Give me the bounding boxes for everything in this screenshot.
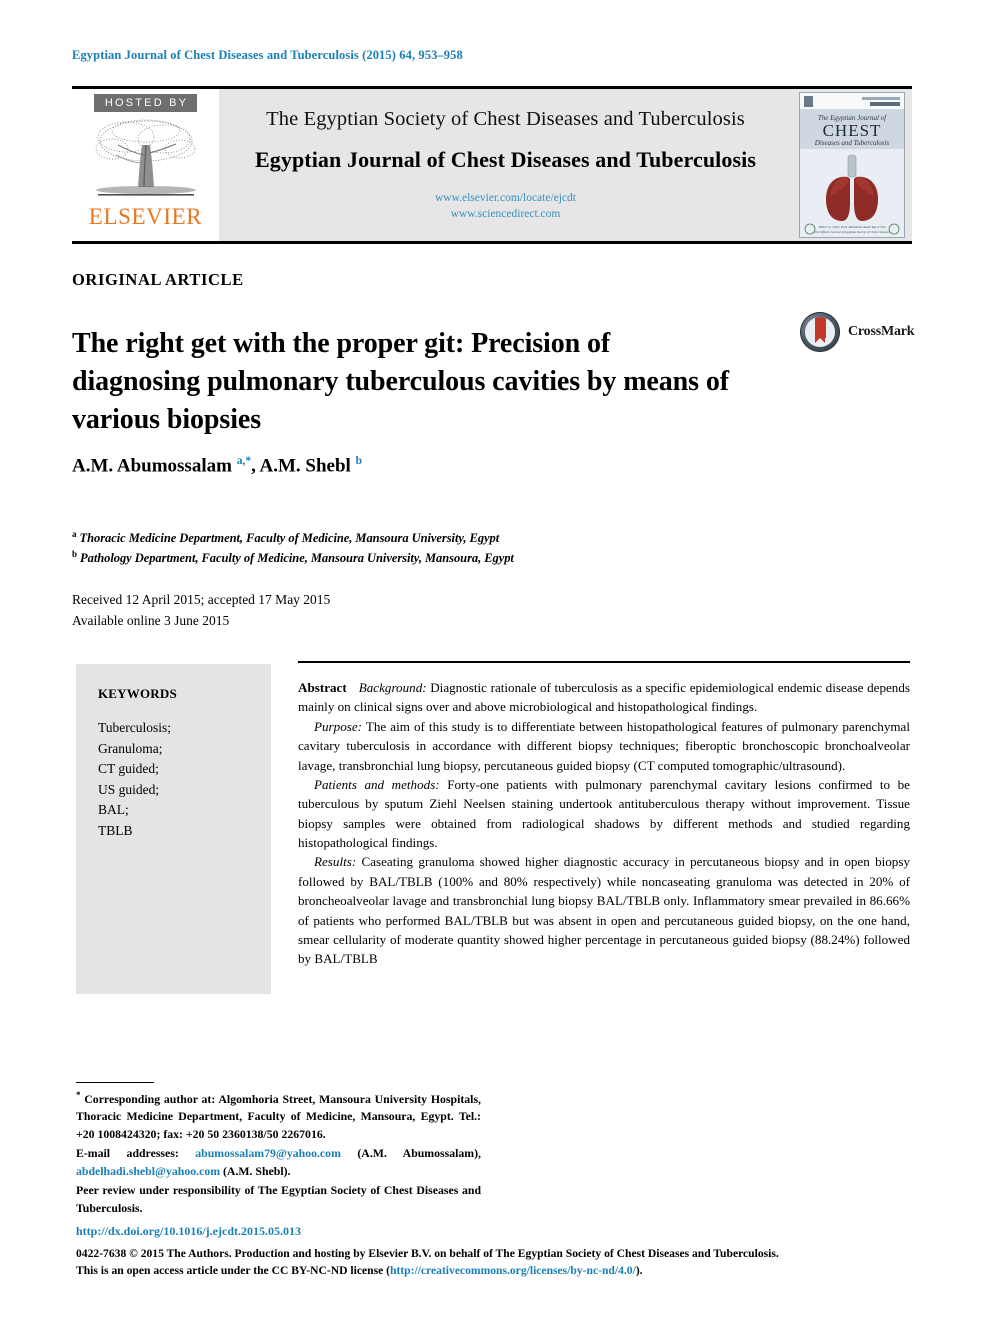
- publisher-block: HOSTED BY ELSEVIER: [72, 89, 219, 241]
- keyword-item: TBLB: [98, 822, 133, 838]
- abstract-section-label: Patients and methods:: [314, 776, 440, 792]
- affiliation-a: a Thoracic Medicine Department, Faculty …: [72, 529, 500, 546]
- abstract-section-label: Background:: [358, 680, 427, 695]
- society-name: The Egyptian Society of Chest Diseases a…: [266, 107, 745, 130]
- abstract-section-text: The aim of this study is to differentiat…: [298, 718, 910, 773]
- abstract-divider: [298, 661, 910, 663]
- email-link-1[interactable]: abumossalam79@yahoo.com: [195, 1146, 341, 1160]
- abstract-paragraph: Results: Caseating granuloma showed high…: [298, 852, 910, 968]
- license-link[interactable]: http://creativecommons.org/licenses/by-n…: [390, 1264, 636, 1277]
- keyword-item: CT guided;: [98, 761, 159, 777]
- abstract-body: Abstract Background: Diagnostic rationale…: [298, 678, 910, 969]
- crossmark-icon: [800, 312, 840, 352]
- peer-review-note: Peer review under responsibility of The …: [76, 1183, 481, 1215]
- article-type-label: ORIGINAL ARTICLE: [72, 270, 244, 289]
- keywords-panel: KEYWORDS Tuberculosis; Granuloma; CT guide…: [76, 664, 271, 994]
- svg-text:The Official Journal of Egypti: The Official Journal of Egyptian Society…: [814, 230, 890, 234]
- copyright-line-2: This is an open access article under the…: [76, 1264, 643, 1278]
- keywords-heading: KEYWORDS: [98, 686, 177, 701]
- journal-cover-thumbnail: The Egyptian Journal of CHEST Diseases a…: [799, 92, 905, 238]
- copyright-block: 0422-7638 © 2015 The Authors. Production…: [76, 1245, 916, 1280]
- running-head: Egyptian Journal of Chest Diseases and T…: [72, 48, 463, 62]
- masthead-urls: www.elsevier.com/locate/ejcdt www.scienc…: [435, 191, 576, 222]
- journal-name: Egyptian Journal of Chest Diseases and T…: [254, 146, 757, 172]
- affiliation-b: b Pathology Department, Faculty of Medic…: [72, 548, 514, 566]
- affiliation-list: a Thoracic Medicine Department, Faculty …: [72, 528, 514, 568]
- elsevier-wordmark: ELSEVIER: [88, 204, 203, 229]
- svg-text:Editor in Chief: Prof. Mohamed: Editor in Chief: Prof. Mohamed Awad Tag …: [818, 225, 886, 229]
- abstract-paragraph: Purpose: The aim of this study is to dif…: [298, 717, 910, 775]
- corresponding-author-note: * Corresponding author at: Algomhoria St…: [76, 1090, 481, 1141]
- author-list: A.M. Abumossalam a,*, A.M. Shebl b: [72, 455, 362, 477]
- email-addresses-note: E-mail addresses: abumossalam79@yahoo.co…: [76, 1146, 481, 1178]
- abstract-section-label: Results:: [314, 854, 357, 870]
- footnote-block: * Corresponding author at: Algomhoria St…: [76, 1089, 481, 1219]
- elsevier-journal-url[interactable]: www.elsevier.com/locate/ejcdt: [435, 191, 576, 207]
- crossmark-label: CrossMark: [848, 324, 915, 339]
- doi-link[interactable]: http://dx.doi.org/10.1016/j.ejcdt.2015.0…: [76, 1224, 301, 1239]
- publication-dates: Received 12 April 2015; accepted 17 May …: [72, 590, 330, 631]
- abstract-heading: Abstract: [298, 680, 347, 695]
- abstract-section-label: Purpose:: [314, 718, 363, 734]
- footnote-divider: [76, 1082, 154, 1083]
- sciencedirect-url[interactable]: www.sciencedirect.com: [435, 207, 576, 223]
- journal-cover-block: The Egyptian Journal of CHEST Diseases a…: [792, 89, 912, 241]
- svg-text:Diseases and Tuberculosis: Diseases and Tuberculosis: [814, 139, 890, 147]
- elsevier-tree-icon: [92, 115, 200, 203]
- abstract-paragraph: Abstract Background: Diagnostic rationale…: [298, 678, 910, 717]
- copyright-line-1: 0422-7638 © 2015 The Authors. Production…: [76, 1247, 779, 1260]
- available-online-date: Available online 3 June 2015: [72, 612, 230, 628]
- keyword-item: Tuberculosis;: [98, 720, 172, 735]
- keyword-item: Granuloma;: [98, 740, 163, 756]
- keywords-list: Tuberculosis; Granuloma; CT guided; US guid…: [98, 718, 271, 841]
- hosted-by-badge: HOSTED BY: [93, 94, 198, 112]
- paper-page: Egyptian Journal of Chest Diseases and T…: [0, 0, 992, 1323]
- svg-text:CHEST: CHEST: [823, 121, 882, 140]
- keyword-item: BAL;: [98, 802, 129, 818]
- abstract-section-text: Caseating granuloma showed higher diagno…: [298, 854, 910, 967]
- keyword-item: US guided;: [98, 781, 160, 797]
- masthead-titles: The Egyptian Society of Chest Diseases a…: [219, 89, 792, 241]
- abstract-paragraph: Patients and methods: Forty-one patients…: [298, 775, 910, 853]
- received-accepted-date: Received 12 April 2015; accepted 17 May …: [72, 592, 331, 607]
- page-title: The right get with the proper git: Preci…: [72, 327, 729, 435]
- email-link-2[interactable]: abdelhadi.shebl@yahoo.com: [76, 1164, 220, 1178]
- crossmark-badge[interactable]: CrossMark: [800, 312, 915, 352]
- journal-masthead: HOSTED BY ELSEVIER The Egyptian Society …: [72, 86, 912, 244]
